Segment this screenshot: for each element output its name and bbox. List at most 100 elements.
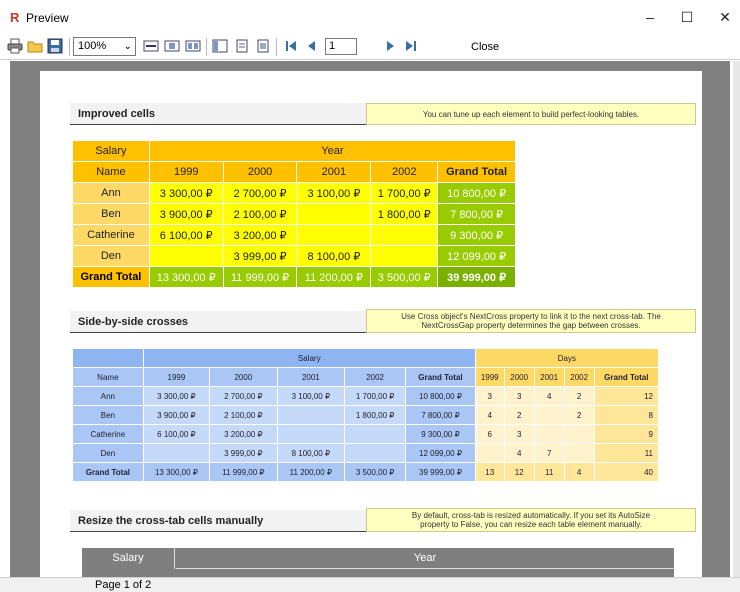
crosstab-corner-bottom: Name [72, 161, 150, 183]
table-cell: 3 900,00 ₽ [148, 203, 224, 225]
table-cell: 2 700,00 ₽ [209, 386, 278, 406]
table-cell: 2 [563, 405, 595, 425]
table-cell: 2 [563, 386, 595, 406]
total-cell: 4 [563, 462, 595, 482]
vertical-scrollbar[interactable] [733, 61, 740, 577]
table-cell: 2 700,00 ₽ [222, 182, 298, 204]
next-page-icon[interactable] [382, 38, 398, 54]
total-cell: 12 099,00 ₽ [437, 245, 516, 267]
toolbar-separator [276, 38, 277, 56]
table-cell: 6 [474, 424, 505, 444]
close-window-button[interactable]: ✕ [705, 5, 740, 29]
window-title: Preview [26, 11, 69, 25]
last-page-icon[interactable] [403, 38, 419, 54]
table-cell [474, 443, 505, 463]
total-cell: 13 [474, 462, 505, 482]
total-cell: 12 099,00 ₽ [405, 443, 476, 463]
table-cell: 2 100,00 ₽ [209, 405, 278, 425]
table-cell [296, 203, 372, 225]
row-header: Ben [72, 405, 144, 425]
row-header: Catherine [72, 424, 144, 444]
first-page-icon[interactable] [283, 38, 299, 54]
table-cell [142, 443, 211, 463]
outline-icon[interactable] [212, 38, 228, 54]
total-cell: 9 300,00 ₽ [437, 224, 516, 246]
table-cell: 1 800,00 ₽ [370, 203, 439, 225]
grand-total-row-header: Grand Total [72, 266, 150, 288]
total-cell: 11 200,00 ₽ [296, 266, 372, 288]
section-title-side-by-side: Side-by-side crosses [70, 311, 366, 333]
crosstab-improved: Salary Year Name 1999 2000 2001 2002 Gra… [72, 140, 517, 288]
prev-page-icon[interactable] [304, 38, 320, 54]
page-number-input[interactable]: 1 [325, 38, 357, 55]
row-header: Ann [72, 182, 150, 204]
grand-total-header: Grand Total [437, 161, 516, 183]
zoom-dropdown[interactable]: 100% ⌄ [73, 37, 136, 56]
total-cell: 12 [593, 386, 660, 406]
table-row: Den 3 999,00 ₽ 8 100,00 ₽ 12 099,00 ₽ [72, 245, 516, 267]
total-cell: 8 [593, 405, 660, 425]
table-cell: 3 200,00 ₽ [222, 224, 298, 246]
row-header: Ann [72, 386, 144, 406]
table-cell [296, 224, 372, 246]
total-cell: 3 500,00 ₽ [370, 266, 439, 288]
crosstab-corner-top: Salary [72, 140, 150, 162]
preview-viewport[interactable]: Improved cells You can tune up each elem… [10, 61, 730, 577]
year-header: 2000 [209, 367, 278, 387]
preview-window: R Preview – ☐ ✕ 100% ⌄ 1 Close Improved … [0, 0, 740, 592]
total-cell: 13 300,00 ₽ [148, 266, 224, 288]
page-width-icon[interactable] [143, 38, 159, 54]
table-cell: 1 800,00 ₽ [344, 405, 407, 425]
note-line: Use Cross object's NextCross property to… [401, 312, 661, 321]
thumbnails-icon[interactable] [234, 38, 250, 54]
table-cell: 3 100,00 ₽ [296, 182, 372, 204]
salary-header: Salary [82, 548, 175, 569]
year-header: 1999 [474, 367, 505, 387]
table-cell [370, 245, 439, 267]
total-cell: 12 [503, 462, 535, 482]
table-cell [344, 424, 407, 444]
table-cell: 2 [503, 405, 535, 425]
table-cell: 7 [533, 443, 565, 463]
edit-icon[interactable] [255, 38, 271, 54]
grand-total-row-header: Grand Total [72, 462, 144, 482]
table-row: Ben 3 900,00 ₽ 2 100,00 ₽ 1 800,00 ₽ 7 8… [72, 203, 516, 225]
table-cell [563, 424, 595, 444]
total-cell: 11 999,00 ₽ [209, 462, 278, 482]
app-logo-icon: R [10, 10, 20, 25]
year-header: 1999 [148, 161, 224, 183]
year-header: 2002 [344, 367, 407, 387]
table-cell [344, 443, 407, 463]
table-row: Catherine 6 100,00 ₽ 3 200,00 ₽ 9 300,00… [72, 224, 516, 246]
table-cell [148, 245, 224, 267]
table-cell [370, 224, 439, 246]
total-cell: 3 500,00 ₽ [344, 462, 407, 482]
year-header: 2000 [503, 367, 535, 387]
grand-total-header: Grand Total [405, 367, 476, 387]
salary-header: Salary [142, 348, 476, 368]
total-cell: 7 800,00 ₽ [437, 203, 516, 225]
table-cell: 3 100,00 ₽ [276, 386, 346, 406]
maximize-button[interactable]: ☐ [667, 5, 707, 29]
total-cell: 11 999,00 ₽ [222, 266, 298, 288]
open-icon[interactable] [27, 38, 43, 54]
close-preview-button[interactable]: Close [471, 41, 499, 53]
whole-page-icon[interactable] [164, 38, 180, 54]
table-cell [533, 405, 565, 425]
grand-total-cell: 39 999,00 ₽ [437, 266, 516, 288]
year-header: 1999 [142, 367, 211, 387]
crosstab-side-by-side: Salary Days Name 1999 2000 2001 2002 Gra… [72, 348, 660, 482]
print-icon[interactable] [7, 38, 23, 54]
table-cell: 1 700,00 ₽ [370, 182, 439, 204]
multi-page-icon[interactable] [185, 38, 201, 54]
save-icon[interactable] [47, 38, 63, 54]
section-note: By default, cross-tab is resized automat… [366, 508, 696, 532]
table-cell: 3 [474, 386, 505, 406]
year-header: 2002 [370, 161, 439, 183]
table-cell [276, 424, 346, 444]
table-row: Catherine 6 100,00 ₽ 3 200,00 ₽ 9 300,00… [72, 424, 660, 444]
minimize-button[interactable]: – [630, 5, 670, 29]
row-header: Den [72, 443, 144, 463]
section-title-improved-cells: Improved cells [70, 103, 366, 125]
grand-total-cell: 40 [593, 462, 660, 482]
